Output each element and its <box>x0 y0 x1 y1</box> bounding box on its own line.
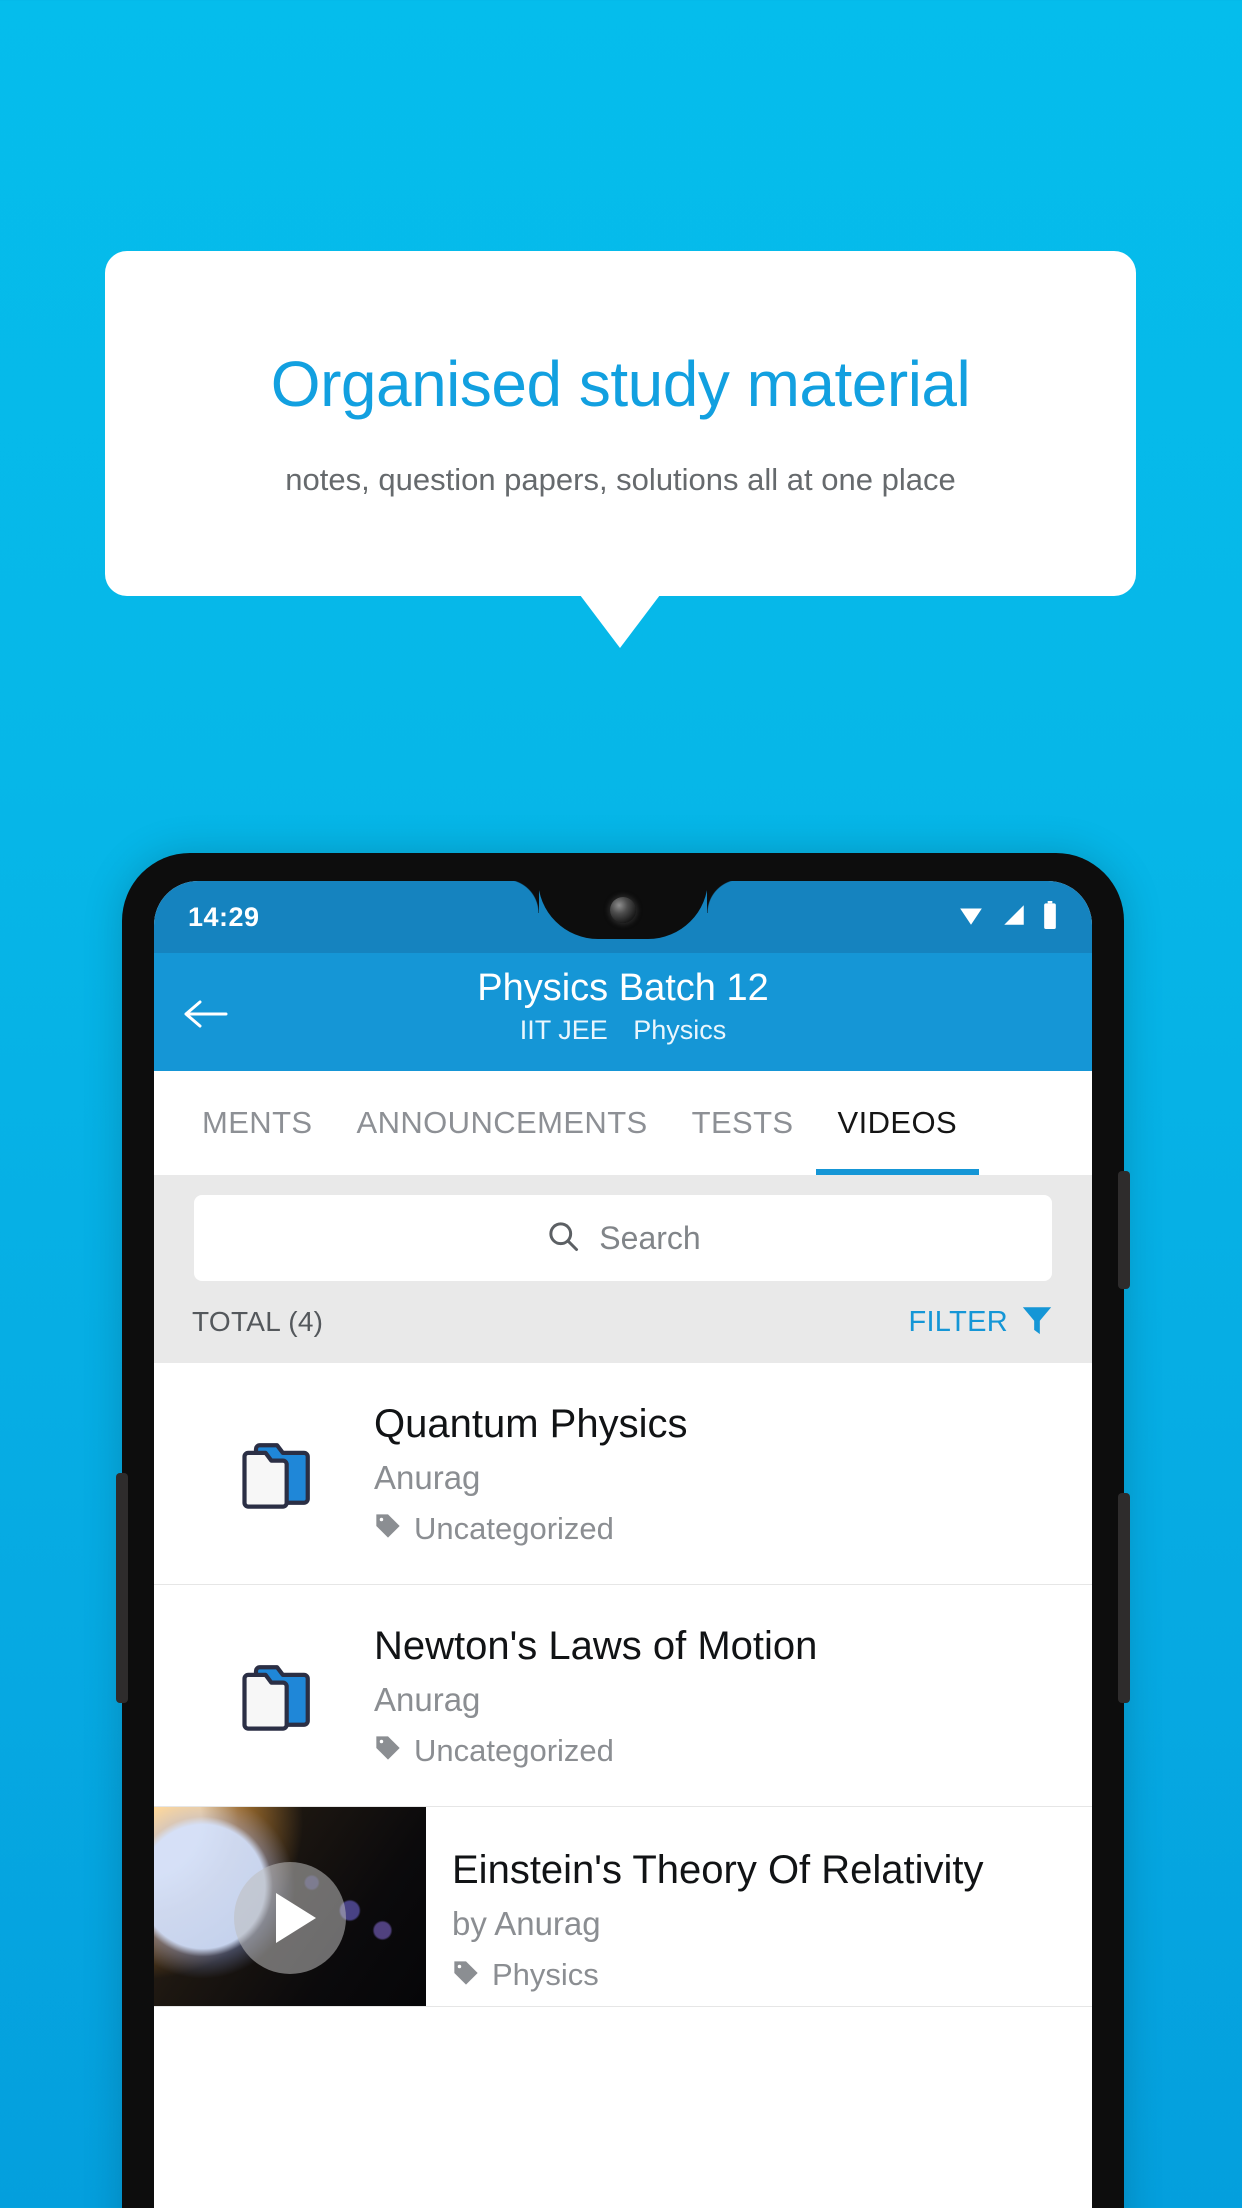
list-item-body: Einstein's Theory Of Relativity by Anura… <box>426 1807 1092 2006</box>
promo-bubble: Organised study material notes, question… <box>105 251 1136 596</box>
signal-icon <box>1000 902 1028 933</box>
list-item-author: Anurag <box>374 1680 481 1718</box>
front-camera-icon <box>610 897 636 923</box>
status-icons <box>956 900 1058 934</box>
tab-announcements[interactable]: ANNOUNCEMENTS <box>335 1071 670 1175</box>
list-item-author: by Anurag <box>452 1905 601 1942</box>
list-item-author: Anurag <box>374 1458 481 1496</box>
list-item-tagline: Uncategorized <box>374 1733 1052 1769</box>
tag-icon <box>452 1959 480 1992</box>
list-item-tagline: Physics <box>452 1957 1072 1993</box>
list-item-body: Quantum Physics Anurag Uncategorized <box>374 1401 1062 1547</box>
play-icon[interactable] <box>234 1862 346 1975</box>
tab-bar: MENTS ANNOUNCEMENTS TESTS VIDEOS <box>154 1071 1092 1175</box>
subtitle-exam: IIT JEE <box>519 1014 608 1045</box>
total-count-label: TOTAL (4) <box>192 1306 324 1337</box>
filter-bar: TOTAL (4) FILTER <box>154 1281 1092 1363</box>
list-item-title: Newton's Laws of Motion <box>374 1623 818 1668</box>
list-item[interactable]: Einstein's Theory Of Relativity by Anura… <box>154 1807 1092 2007</box>
search-placeholder: Search <box>599 1219 701 1256</box>
phone-device: 14:29 Physics Batch 12 IIT JEE Physics M… <box>116 853 1130 2208</box>
list-item-title: Einstein's Theory Of Relativity <box>452 1848 984 1892</box>
list-item-title: Quantum Physics <box>374 1401 688 1446</box>
battery-icon <box>1042 900 1058 934</box>
page-title: Physics Batch 12 <box>477 967 769 1009</box>
filter-button[interactable]: FILTER <box>908 1303 1054 1342</box>
list-item-tag: Uncategorized <box>414 1732 614 1768</box>
page-subtitle: IIT JEE Physics <box>154 1015 1092 1046</box>
list-item-tagline: Uncategorized <box>374 1511 1052 1547</box>
phone-button-left[interactable] <box>116 1473 128 1703</box>
subtitle-subject: Physics <box>633 1014 727 1045</box>
list-item-body: Newton's Laws of Motion Anurag Uncategor… <box>374 1623 1062 1769</box>
tab-videos[interactable]: VIDEOS <box>815 1071 980 1175</box>
status-time: 14:29 <box>188 901 260 932</box>
back-arrow-icon[interactable] <box>184 999 228 1029</box>
search-input[interactable]: Search <box>194 1195 1052 1281</box>
video-list: Quantum Physics Anurag Uncategorized New… <box>154 1363 1092 2007</box>
promo-bubble-tail <box>580 595 660 648</box>
app-bar: Physics Batch 12 IIT JEE Physics <box>154 953 1092 1071</box>
status-bar: 14:29 <box>154 881 1092 953</box>
video-thumbnail[interactable] <box>154 1807 426 2006</box>
camera-notch <box>505 881 741 939</box>
promo-subtitle: notes, question papers, solutions all at… <box>285 461 956 497</box>
folder-icon <box>184 1428 374 1520</box>
phone-screen: 14:29 Physics Batch 12 IIT JEE Physics M… <box>154 881 1092 2208</box>
search-icon <box>545 1218 581 1259</box>
list-item[interactable]: Newton's Laws of Motion Anurag Uncategor… <box>154 1585 1092 1807</box>
list-item-tag: Physics <box>492 1957 599 1992</box>
wifi-icon <box>956 902 986 933</box>
play-triangle <box>276 1893 316 1944</box>
tab-ments[interactable]: MENTS <box>180 1071 335 1175</box>
search-section: Search <box>154 1175 1092 1281</box>
funnel-icon <box>1020 1303 1054 1342</box>
tab-tests[interactable]: TESTS <box>670 1071 816 1175</box>
list-item[interactable]: Quantum Physics Anurag Uncategorized <box>154 1363 1092 1585</box>
phone-button-power[interactable] <box>1118 1493 1130 1703</box>
folder-icon <box>184 1650 374 1742</box>
tag-icon <box>374 1734 402 1767</box>
promo-title: Organised study material <box>270 348 971 421</box>
phone-button-volume[interactable] <box>1118 1171 1130 1289</box>
tag-icon <box>374 1512 402 1545</box>
list-item-tag: Uncategorized <box>414 1510 614 1546</box>
filter-label: FILTER <box>908 1305 1008 1338</box>
